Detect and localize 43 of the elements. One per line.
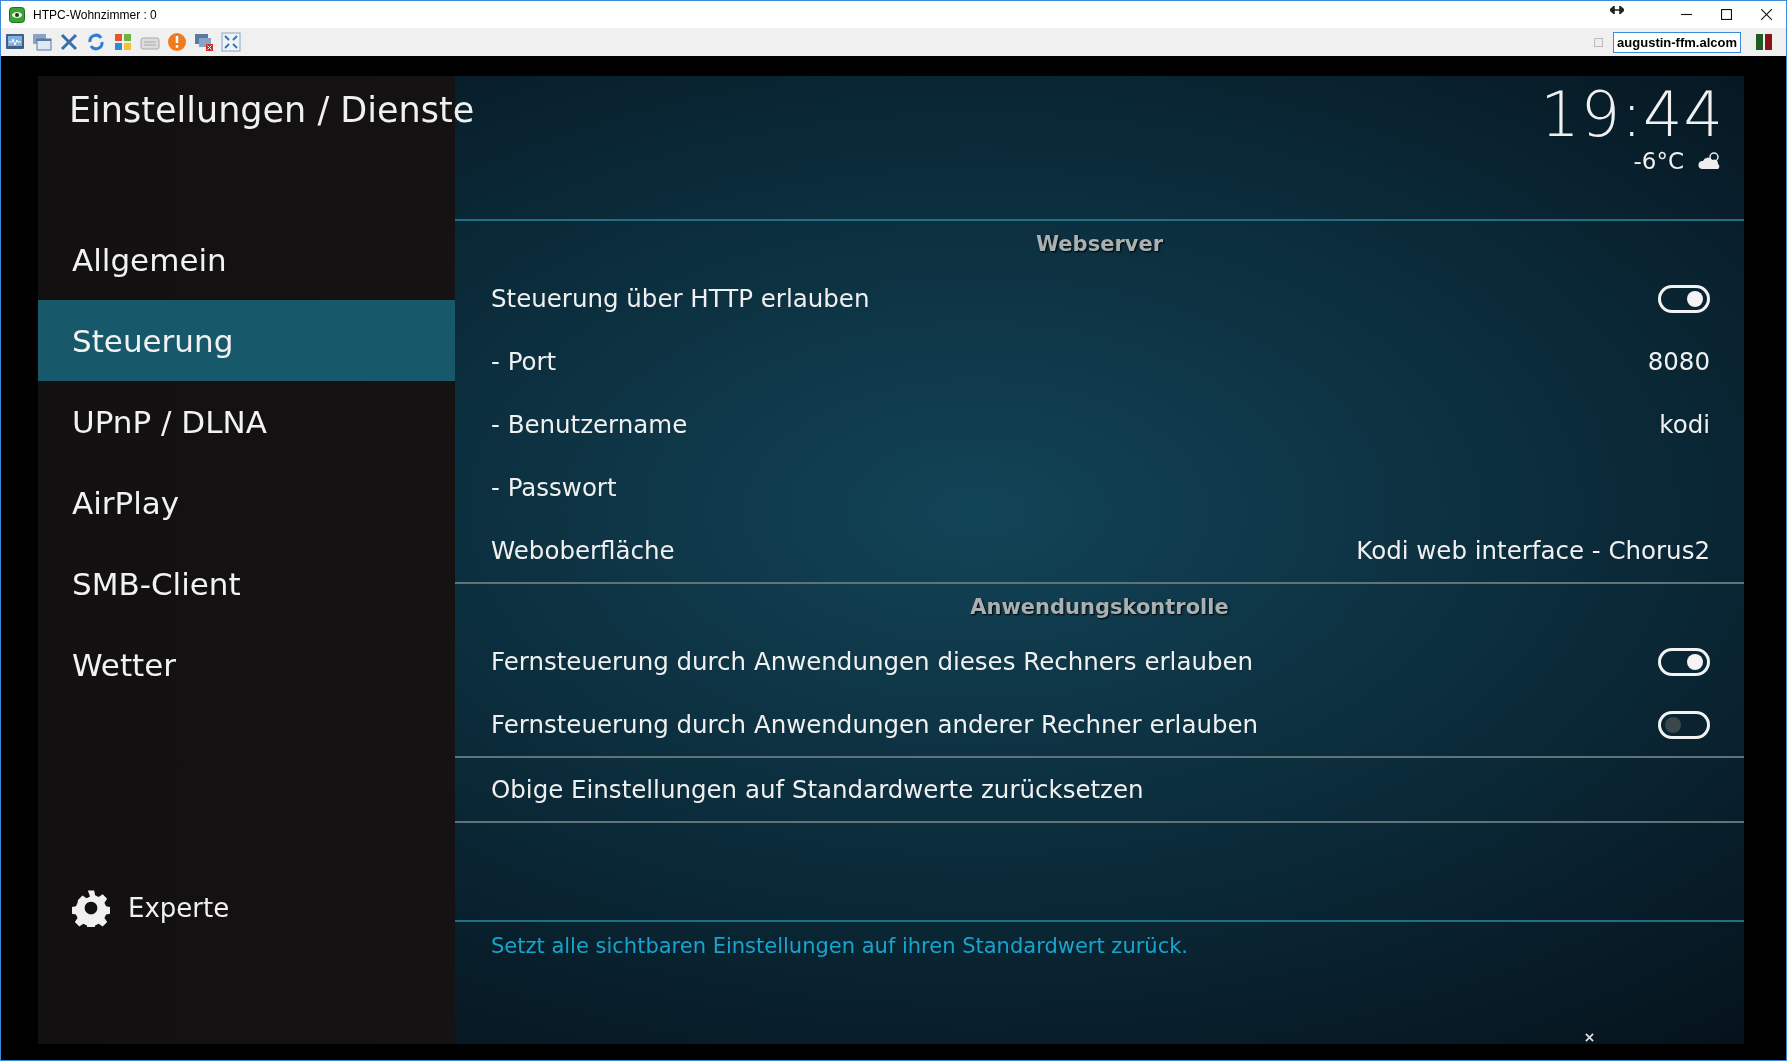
sidebar-item[interactable]: AirPlay bbox=[38, 462, 455, 543]
setting-value: Kodi web interface - Chorus2 bbox=[1356, 536, 1710, 565]
alert-icon[interactable] bbox=[167, 32, 187, 52]
monitor-icon[interactable] bbox=[5, 32, 25, 52]
section-heading: Anwendungskontrolle bbox=[969, 594, 1230, 621]
setting-description: Setzt alle sichtbaren Einstellungen auf ihren Standardwert zurück. bbox=[491, 934, 1189, 958]
sidebar-item[interactable]: SMB-Client bbox=[38, 543, 455, 624]
square-icon bbox=[1594, 37, 1604, 47]
sidebar-item[interactable]: Steuerung bbox=[38, 300, 455, 381]
app-icon bbox=[9, 6, 25, 23]
resize-arrows-icon bbox=[1610, 5, 1624, 14]
page-title: Einstellungen / Dienste bbox=[69, 90, 475, 132]
setting-label[interactable]: Steuerung über HTTP erlauben bbox=[491, 284, 870, 313]
setting-label[interactable]: Fernsteuerung durch Anwendungen anderer Rechner erlauben bbox=[491, 710, 1259, 739]
toggle-switch[interactable] bbox=[1658, 647, 1710, 676]
setting-label[interactable]: Weboberfläche bbox=[491, 536, 675, 565]
setting-label[interactable]: - Port bbox=[491, 347, 557, 376]
temperature: -6°C bbox=[1633, 148, 1684, 174]
setting-label[interactable]: - Benutzername bbox=[491, 410, 688, 439]
close-icon bbox=[1760, 9, 1772, 20]
settings-level-label[interactable]: Experte bbox=[128, 893, 230, 923]
sidebar-item[interactable]: Wetter bbox=[38, 624, 455, 705]
setting-label[interactable]: Obige Einstellungen auf Standardwerte zurücksetzen bbox=[491, 775, 1144, 804]
toggle-switch[interactable] bbox=[1658, 710, 1710, 739]
setting-value: 8080 bbox=[1647, 347, 1710, 376]
fullscreen-icon[interactable] bbox=[221, 32, 241, 52]
maximize-icon bbox=[1720, 9, 1732, 20]
refresh-icon[interactable] bbox=[86, 32, 106, 52]
setting-label[interactable]: Fernsteuerung durch Anwendungen dieses Rechners erlauben bbox=[491, 647, 1254, 676]
section-heading: Webserver bbox=[1034, 231, 1165, 258]
cloud-icon bbox=[1698, 152, 1722, 170]
status-bars-icon bbox=[1754, 32, 1774, 52]
sidebar-item[interactable]: UPnP / DLNA bbox=[38, 381, 455, 462]
window-title: HTPC-Wohnzimmer : 0 bbox=[33, 7, 157, 22]
monitor-close-icon[interactable] bbox=[194, 32, 214, 52]
windows-icon[interactable] bbox=[32, 32, 52, 52]
settings-icon[interactable] bbox=[72, 889, 110, 927]
toggle-switch[interactable] bbox=[1658, 284, 1710, 313]
clock: 19:44 bbox=[1540, 82, 1724, 148]
setting-label[interactable]: - Passwort bbox=[491, 473, 617, 502]
setting-value: kodi bbox=[1659, 410, 1710, 439]
sidebar-item[interactable]: Allgemein bbox=[38, 219, 455, 300]
host-field[interactable]: augustin-ffm.alcom bbox=[1613, 31, 1741, 53]
